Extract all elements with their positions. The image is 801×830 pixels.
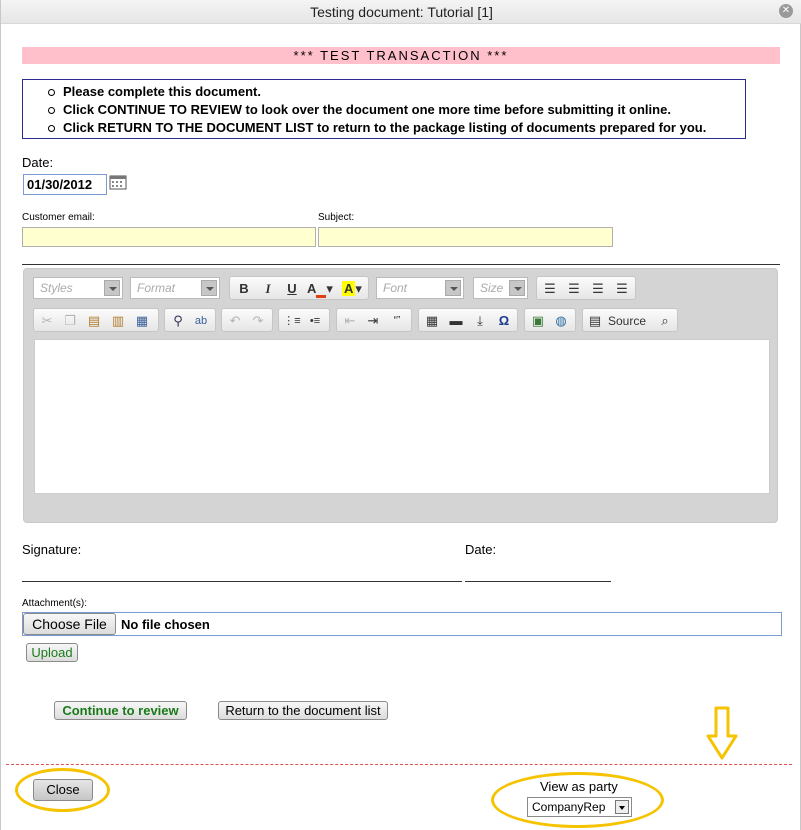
signature-line[interactable] xyxy=(22,581,462,582)
chevron-down-icon xyxy=(104,280,120,296)
arrow-down-icon xyxy=(706,706,738,760)
date-label: Date: xyxy=(22,155,54,170)
chevron-down-icon xyxy=(445,280,461,296)
upload-button[interactable]: Upload xyxy=(26,643,78,662)
copy-icon[interactable]: ❐ xyxy=(60,312,80,330)
horizontal-rule-icon[interactable]: ▬ xyxy=(446,312,466,330)
party-select[interactable]: CompanyRep xyxy=(527,797,632,817)
align-center-icon[interactable]: ☰ xyxy=(564,280,584,298)
indent-toolbar: ⇤ ⇥ “” xyxy=(336,308,412,332)
history-toolbar: ↶ ↷ xyxy=(221,308,273,332)
source-icon[interactable]: ▤ xyxy=(585,312,605,330)
background-color-button[interactable]: A ▾ xyxy=(338,280,366,298)
title-bar: Testing document: Tutorial [1] ✕ xyxy=(1,0,801,24)
special-char-icon[interactable]: Ω xyxy=(494,312,514,330)
bullet-list-icon[interactable]: •≡ xyxy=(305,312,325,330)
date-input[interactable]: 01/30/2012 xyxy=(23,174,107,195)
footer-divider xyxy=(6,764,792,765)
subject-input[interactable] xyxy=(318,227,613,247)
no-file-text: No file chosen xyxy=(121,617,210,632)
instructions-box: Please complete this document. Click CON… xyxy=(22,79,746,139)
party-selected-value: CompanyRep xyxy=(532,800,606,814)
editor-content-area[interactable] xyxy=(34,339,770,494)
media-toolbar: ▣ ◍ xyxy=(524,308,576,332)
divider xyxy=(22,264,780,265)
paste-icon[interactable]: ▤ xyxy=(84,312,104,330)
window-close-icon[interactable]: ✕ xyxy=(779,4,793,18)
subject-label: Subject: xyxy=(318,212,355,223)
outdent-icon[interactable]: ⇤ xyxy=(340,312,360,330)
customer-email-label: Customer email: xyxy=(22,212,95,223)
calendar-icon[interactable] xyxy=(109,174,127,190)
align-toolbar: ☰ ☰ ☰ ☰ xyxy=(536,276,636,300)
source-button[interactable]: Source xyxy=(608,312,646,330)
document-window: Testing document: Tutorial [1] ✕ *** TES… xyxy=(0,0,801,830)
blockquote-icon[interactable]: “” xyxy=(387,312,407,330)
find-toolbar: ⚲ ab xyxy=(164,308,216,332)
clipboard-toolbar: ✂ ❐ ▤ ▥ ▦ xyxy=(33,308,159,332)
find-icon[interactable]: ⚲ xyxy=(168,312,188,330)
redo-icon[interactable]: ↷ xyxy=(248,312,268,330)
signature-label: Signature: xyxy=(22,542,82,557)
chevron-down-icon xyxy=(509,280,525,296)
source-toolbar: ▤ Source ⌕ xyxy=(582,308,678,332)
insert-toolbar: ▦ ▬ ⤓ Ω xyxy=(418,308,518,332)
text-color-button[interactable]: A ▾ xyxy=(306,280,334,298)
page-break-icon[interactable]: ⤓ xyxy=(470,312,490,330)
styles-combo[interactable]: Styles xyxy=(33,277,123,299)
preview-icon[interactable]: ⌕ xyxy=(655,312,675,330)
instruction-item: Click CONTINUE TO REVIEW to look over th… xyxy=(48,101,745,119)
size-combo[interactable]: Size xyxy=(473,277,528,299)
signature-date-line[interactable] xyxy=(465,581,611,582)
chevron-down-icon xyxy=(201,280,217,296)
instruction-item: Please complete this document. xyxy=(48,83,745,101)
numbered-list-icon[interactable]: ⋮≡ xyxy=(282,312,302,330)
format-combo[interactable]: Format xyxy=(130,277,220,299)
return-to-document-list-button[interactable]: Return to the document list xyxy=(218,701,388,720)
replace-icon[interactable]: ab xyxy=(191,312,211,330)
indent-icon[interactable]: ⇥ xyxy=(363,312,383,330)
attachments-label: Attachment(s): xyxy=(22,598,88,609)
align-justify-icon[interactable]: ☰ xyxy=(612,280,632,298)
italic-button[interactable]: I xyxy=(258,280,278,298)
continue-to-review-button[interactable]: Continue to review xyxy=(54,701,187,720)
link-icon[interactable]: ◍ xyxy=(551,312,571,330)
undo-icon[interactable]: ↶ xyxy=(225,312,245,330)
underline-button[interactable]: U xyxy=(282,280,302,298)
instruction-item: Click RETURN TO THE DOCUMENT LIST to ret… xyxy=(48,119,745,137)
align-right-icon[interactable]: ☰ xyxy=(588,280,608,298)
cut-icon[interactable]: ✂ xyxy=(37,312,57,330)
image-icon[interactable]: ▣ xyxy=(528,312,548,330)
paste-word-icon[interactable]: ▦ xyxy=(132,312,152,330)
view-as-party-label: View as party xyxy=(540,779,618,794)
close-button[interactable]: Close xyxy=(33,779,93,801)
test-transaction-banner: *** TEST TRANSACTION *** xyxy=(22,47,780,64)
align-left-icon[interactable]: ☰ xyxy=(540,280,560,298)
font-combo[interactable]: Font xyxy=(376,277,464,299)
choose-file-button[interactable]: Choose File xyxy=(23,613,116,635)
table-icon[interactable]: ▦ xyxy=(422,312,442,330)
rich-text-editor: Styles Format B I U A ▾ A ▾ Font Size ☰ ☰ … xyxy=(23,268,778,523)
list-toolbar: ⋮≡ •≡ xyxy=(278,308,330,332)
window-title: Testing document: Tutorial [1] xyxy=(310,4,493,20)
paste-text-icon[interactable]: ▥ xyxy=(108,312,128,330)
chevron-down-icon xyxy=(615,800,629,814)
text-style-toolbar: B I U A ▾ A ▾ xyxy=(229,276,369,300)
signature-date-label: Date: xyxy=(465,542,497,557)
customer-email-input[interactable] xyxy=(22,227,316,247)
bold-button[interactable]: B xyxy=(234,280,254,298)
